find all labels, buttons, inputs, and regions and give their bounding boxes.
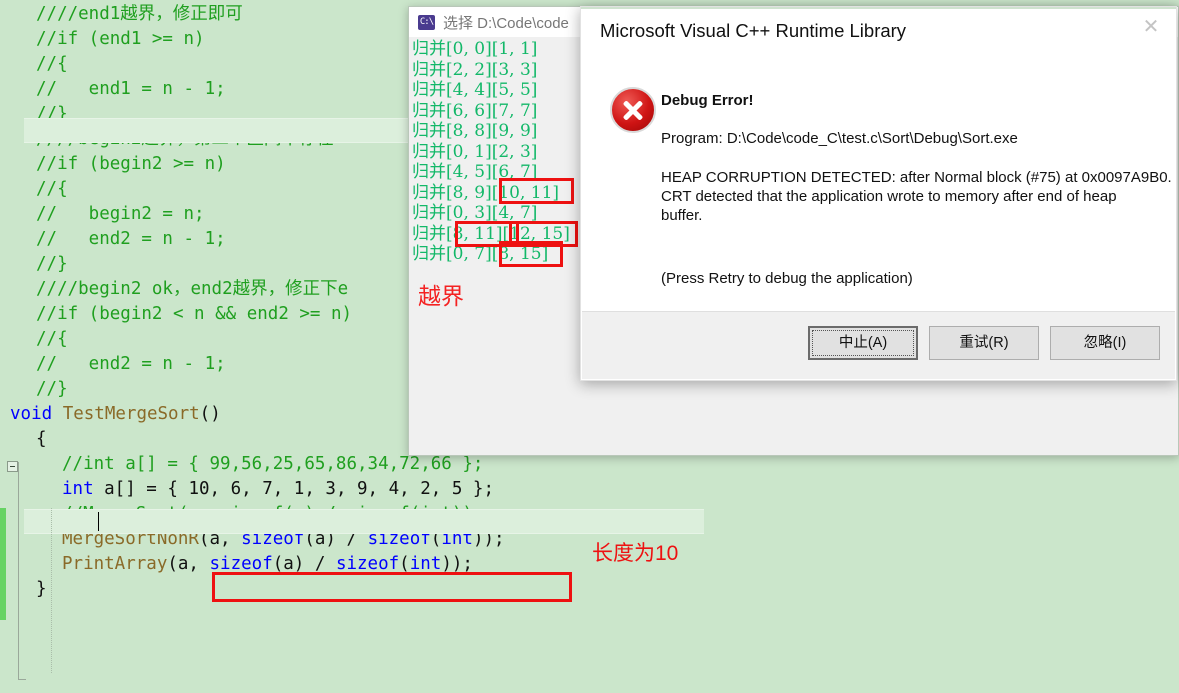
code-line[interactable]: //{ xyxy=(36,52,68,77)
code-token: (a) / xyxy=(272,554,336,574)
code-token: sizeof xyxy=(335,554,400,574)
abort-button-label: 中止(A) xyxy=(812,330,914,356)
code-token: } xyxy=(36,579,47,599)
code-line[interactable]: //if (begin2 >= n) xyxy=(36,152,226,177)
dialog-top-accent xyxy=(581,7,1176,9)
code-token: sizeof xyxy=(209,554,273,574)
code-line[interactable]: //} xyxy=(36,252,68,277)
dialog-message-line-1: HEAP CORRUPTION DETECTED: after Normal b… xyxy=(661,169,1172,186)
code-token: { xyxy=(36,429,47,449)
code-token: //if (begin2 >= n) xyxy=(36,154,226,174)
code-token: //int a[] = { 99,56,25,65,86,34,72,66 }; xyxy=(62,454,484,474)
code-line[interactable]: //if (begin2 < n && end2 >= n) xyxy=(36,302,352,327)
code-token: 10, 6, 7, 1, 3, 9, 4, 2, 5 xyxy=(188,479,463,499)
code-token: // end2 = n - 1; xyxy=(36,354,226,374)
dialog-heading: Debug Error! xyxy=(661,92,754,109)
console-title-text: 选择 D:\Code\code xyxy=(443,14,569,32)
change-bar-indicator xyxy=(0,508,6,620)
caret-line-highlight xyxy=(24,509,704,534)
dialog-message-line-3: buffer. xyxy=(661,207,703,224)
code-token: // begin2 = n; xyxy=(36,204,205,224)
code-token: //{ xyxy=(36,54,68,74)
outline-guide-line xyxy=(18,462,19,680)
code-line[interactable]: // end1 = n - 1; xyxy=(36,77,226,102)
indent-guide xyxy=(51,508,52,673)
retry-button[interactable]: 重试(R) xyxy=(929,326,1039,360)
code-token: int xyxy=(409,554,442,574)
dialog-hint: (Press Retry to debug the application) xyxy=(661,270,913,287)
collapse-outline-toggle[interactable] xyxy=(7,461,18,472)
outline-guide-foot xyxy=(18,679,26,680)
array-length-note: 长度为10 xyxy=(592,542,679,565)
code-token: ( xyxy=(399,554,410,574)
code-line[interactable]: //} xyxy=(36,377,68,402)
code-token: }; xyxy=(462,479,494,499)
code-token: // end1 = n - 1; xyxy=(36,79,226,99)
code-line[interactable]: int a[] = { 10, 6, 7, 1, 3, 9, 4, 2, 5 }… xyxy=(62,477,494,502)
code-token: //{ xyxy=(36,179,68,199)
code-line[interactable]: //if (end1 >= n) xyxy=(36,27,205,52)
code-token: ////begin2 ok，end2越界，修正下e xyxy=(36,279,349,299)
code-token: //} xyxy=(36,254,68,274)
code-line[interactable]: ////begin2 ok，end2越界，修正下e xyxy=(36,277,348,302)
code-line[interactable]: // end2 = n - 1; xyxy=(36,352,226,377)
screen: ////end1越界，修正即可 //if (end1 >= n) //{ // end… xyxy=(0,0,1179,693)
code-token: //if (begin2 < n && end2 >= n) xyxy=(36,304,353,324)
code-line[interactable]: void TestMergeSort() xyxy=(10,402,221,427)
code-token: int xyxy=(62,479,94,499)
dialog-program-path: Program: D:\Code\code_C\test.c\Sort\Debu… xyxy=(661,130,1018,147)
code-token: TestMergeSort xyxy=(62,404,200,424)
code-token: void xyxy=(10,404,53,424)
code-token: a[] = { xyxy=(93,479,189,499)
console-icon: C:\ xyxy=(418,14,435,30)
code-token: () xyxy=(199,404,221,424)
code-token: PrintArray xyxy=(62,554,168,574)
code-token: // end2 = n - 1; xyxy=(36,229,226,249)
ignore-button[interactable]: 忽略(I) xyxy=(1050,326,1160,360)
code-line[interactable]: // begin2 = n; xyxy=(36,202,205,227)
code-token: )); xyxy=(441,554,473,574)
error-icon xyxy=(610,87,656,133)
dialog-title: Microsoft Visual C++ Runtime Library xyxy=(600,20,907,41)
dialog-button-bar: 中止(A) 重试(R) 忽略(I) xyxy=(582,311,1175,379)
code-line[interactable]: //{ xyxy=(36,177,68,202)
code-line[interactable]: // end2 = n - 1; xyxy=(36,227,226,252)
code-token: //if (end1 >= n) xyxy=(36,29,205,49)
text-caret xyxy=(98,512,99,531)
msvc-runtime-library-dialog[interactable]: Microsoft Visual C++ Runtime Library ✕ D… xyxy=(580,6,1177,381)
code-line[interactable]: ////end1越界，修正即可 xyxy=(36,2,243,27)
code-token: (a, xyxy=(167,554,210,574)
code-line[interactable]: } xyxy=(36,577,47,602)
code-token: //} xyxy=(36,379,68,399)
code-token: //{ xyxy=(36,329,68,349)
code-line[interactable]: { xyxy=(36,427,47,452)
code-line[interactable]: PrintArray(a, sizeof(a) / sizeof(int)); xyxy=(62,552,473,577)
close-icon[interactable]: ✕ xyxy=(1128,9,1174,43)
code-token: ////end1越界，修正即可 xyxy=(36,4,243,24)
abort-button[interactable]: 中止(A) xyxy=(808,326,918,360)
code-line[interactable]: //{ xyxy=(36,327,68,352)
dialog-message-line-2: CRT detected that the application wrote … xyxy=(661,188,1117,205)
